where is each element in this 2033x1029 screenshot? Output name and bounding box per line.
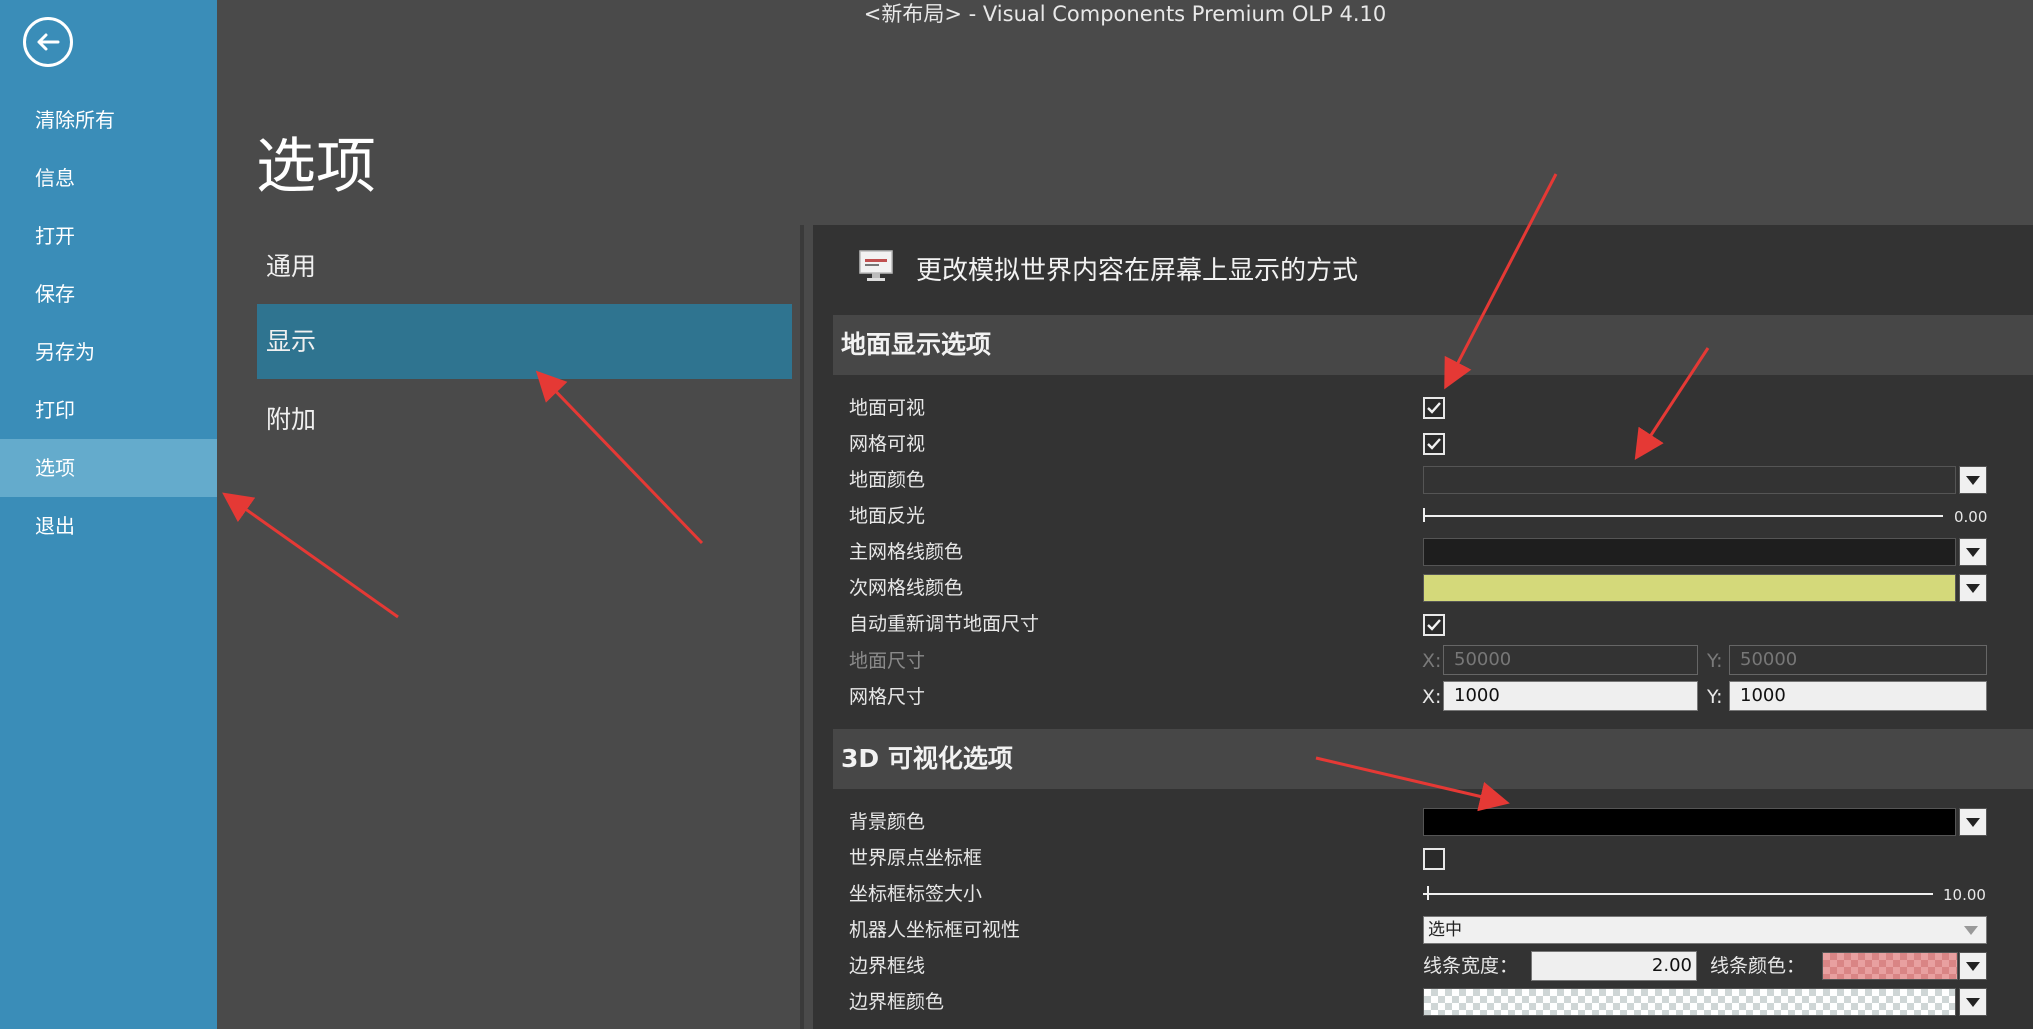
arrow-to-ground-visible (1444, 173, 1558, 390)
arrow-to-background-color (1315, 756, 1510, 812)
arrow-to-display (535, 370, 704, 545)
arrow-to-options (222, 492, 399, 619)
annotation-arrows (222, 173, 1710, 812)
arrow-to-ground-color (1634, 347, 1710, 461)
